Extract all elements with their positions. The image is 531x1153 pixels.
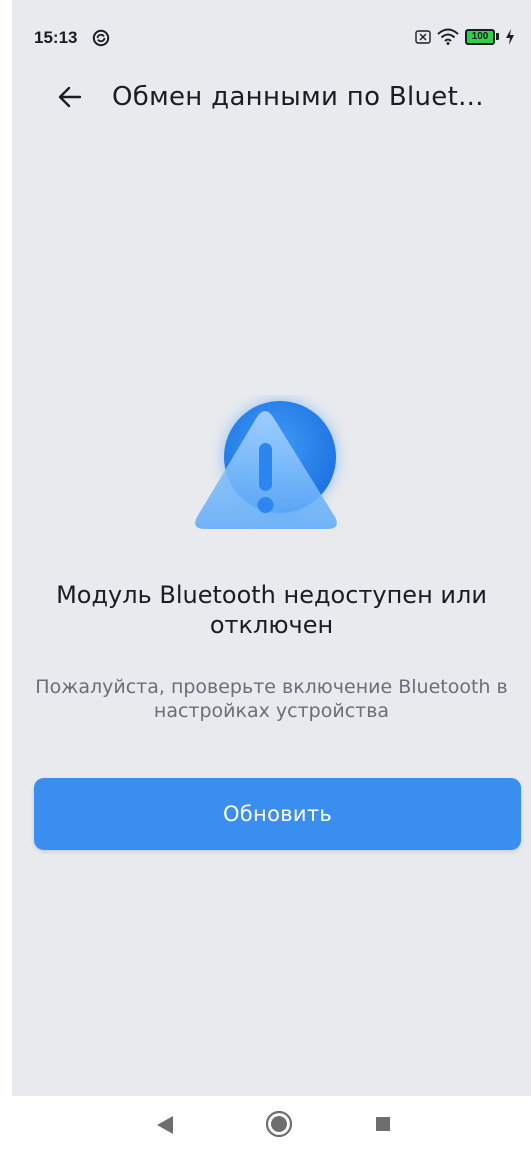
navigation-bar [12,1096,531,1153]
no-sim-icon [415,29,431,44]
status-bar: 15:13 100 [12,0,531,80]
sync-icon [92,29,110,47]
battery-icon: 100 [465,28,495,45]
status-icons: 100 [415,28,515,45]
error-title: Модуль Bluetooth недоступен или отключен [56,581,487,639]
back-button[interactable] [50,77,90,117]
wifi-icon [437,28,459,45]
charging-icon [506,28,514,45]
app-bar: Обмен данными по Bluet... [12,72,531,122]
nav-recents-icon[interactable] [376,1117,390,1131]
refresh-button[interactable]: Обновить [34,778,521,850]
screen: 15:13 100 Обмен данными по Bluet... Моду… [12,0,531,1096]
page-title: Обмен данными по Bluet... [112,82,484,112]
nav-home-icon[interactable] [265,1110,293,1138]
battery-tip [496,33,499,40]
error-hint: Пожалуйста, проверьте включение Bluetoot… [35,676,508,722]
arrow-left-icon [58,86,82,108]
warning-triangle-icon [195,399,338,529]
battery-level: 100 [471,30,489,42]
status-time: 15:13 [34,28,78,47]
nav-back-icon[interactable] [157,1116,173,1134]
